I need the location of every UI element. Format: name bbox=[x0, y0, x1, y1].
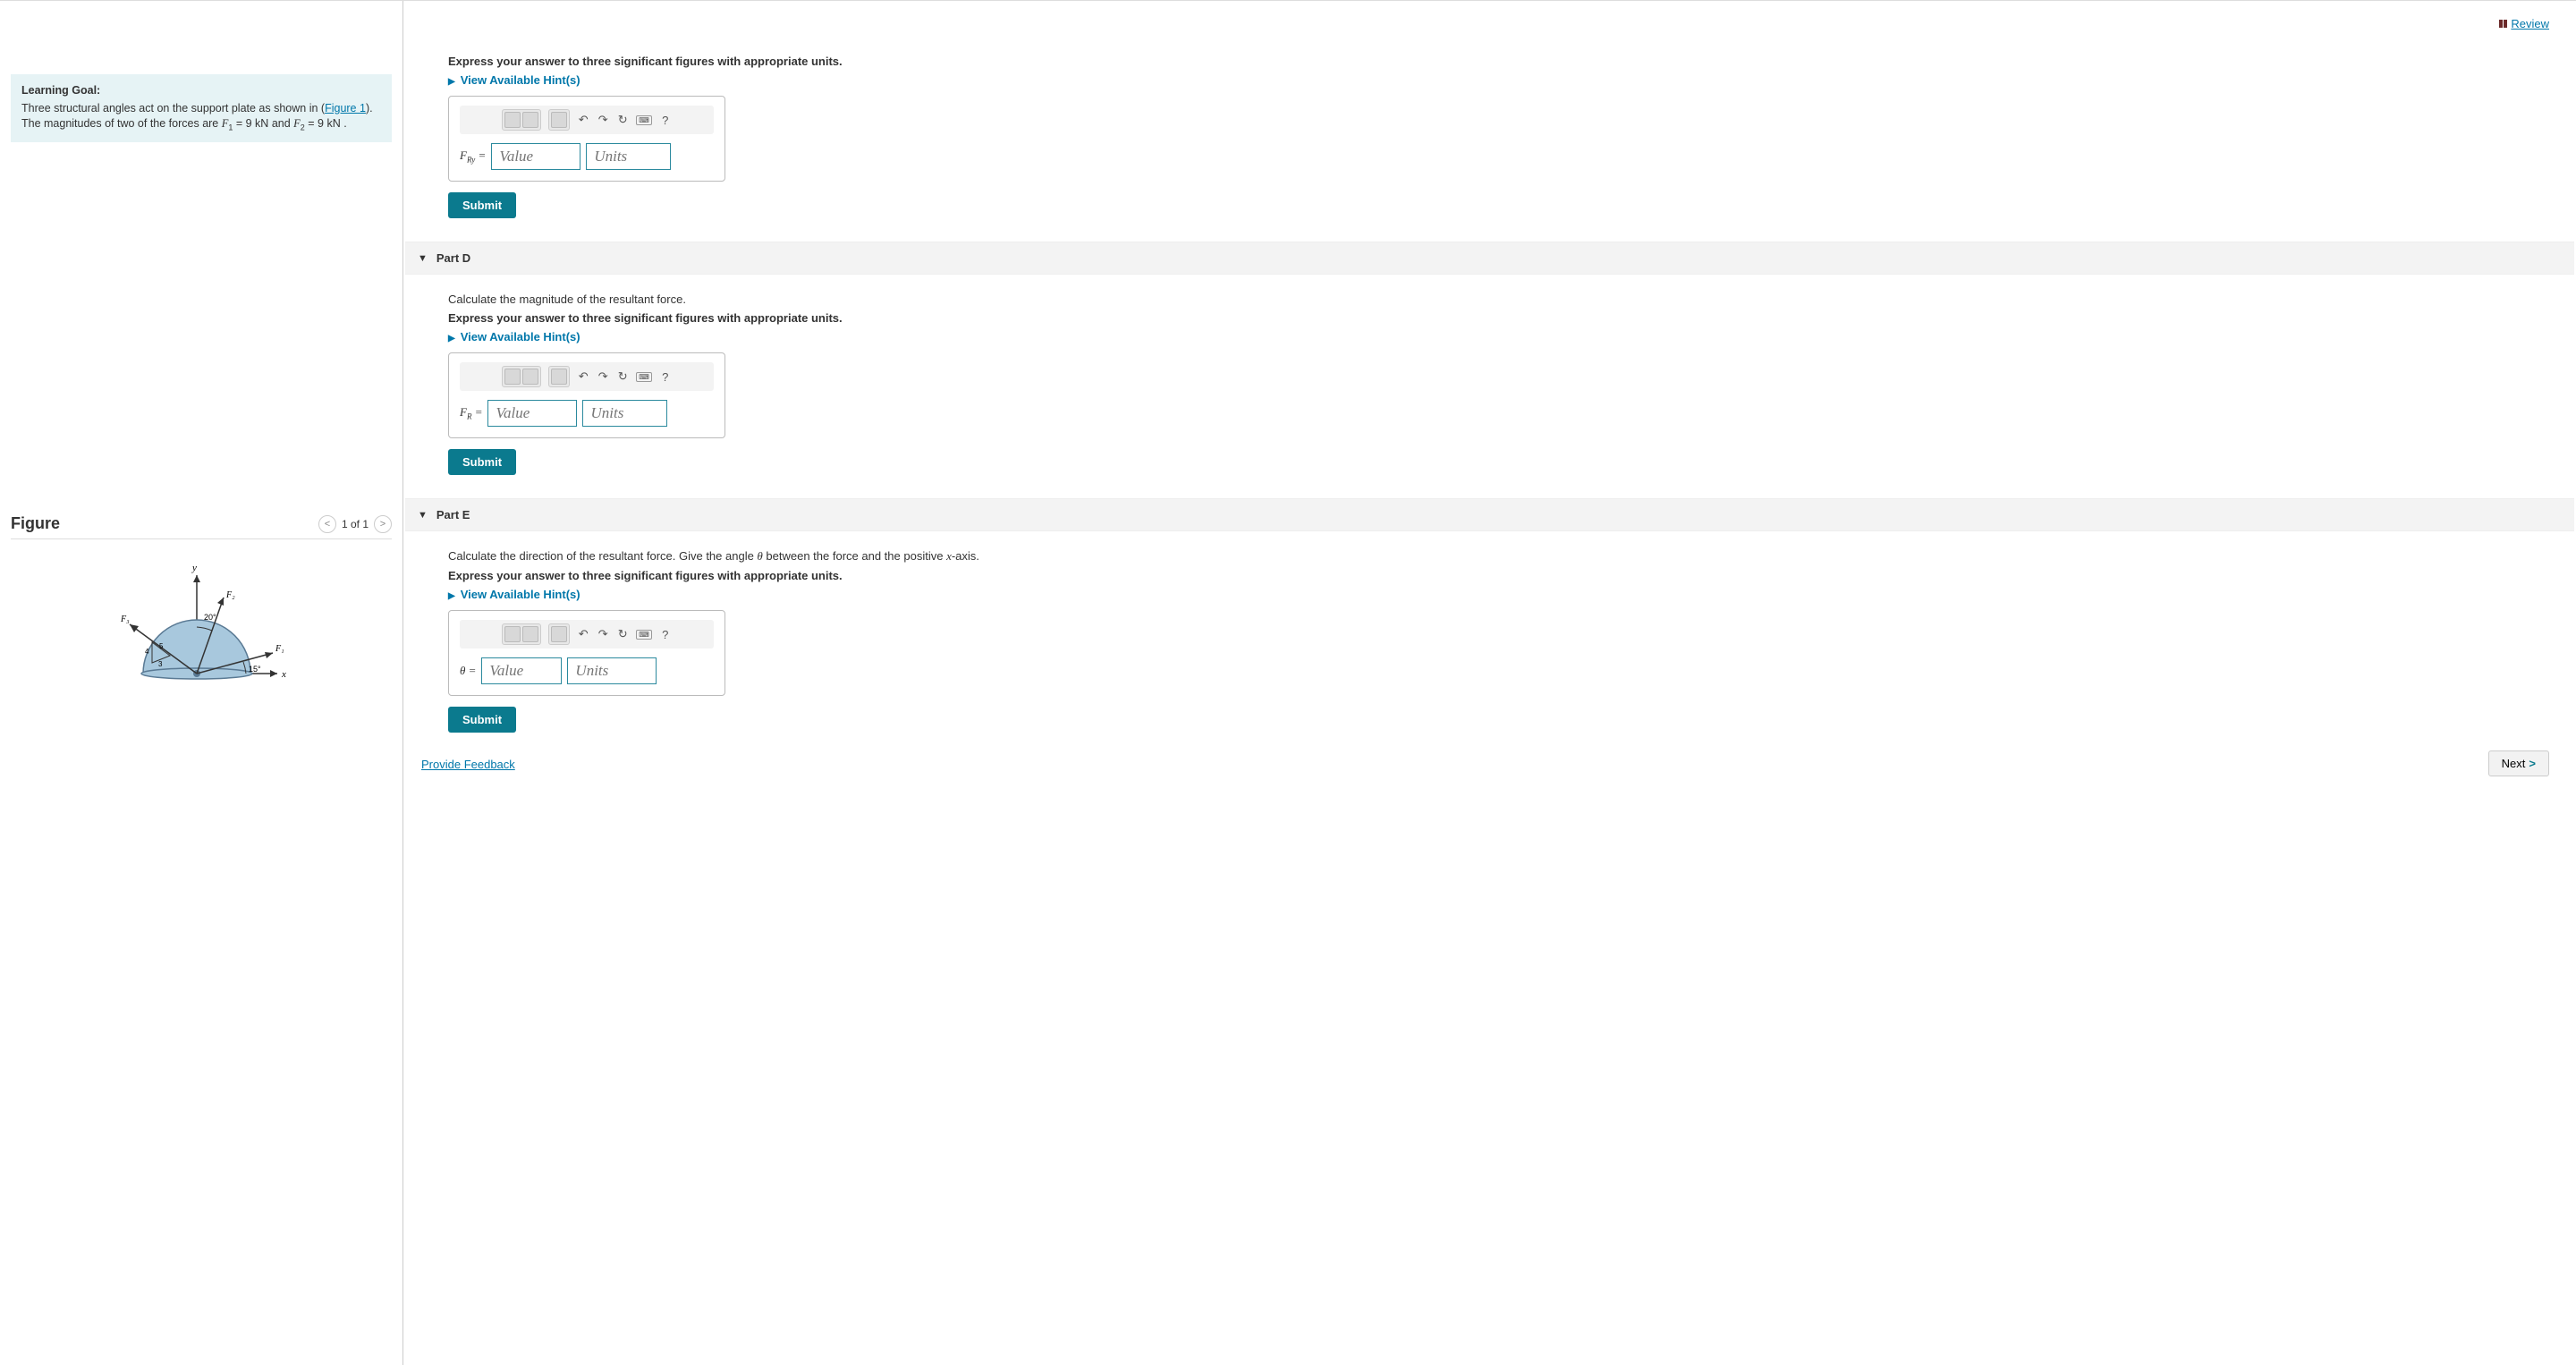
parte-submit-button[interactable]: Submit bbox=[448, 707, 516, 733]
parte-variable-label: θ = bbox=[460, 664, 476, 678]
keyboard-icon[interactable]: ⌨ bbox=[636, 630, 652, 640]
svg-text:x: x bbox=[281, 669, 286, 680]
figure-title: Figure bbox=[11, 514, 60, 533]
figure-prev-button[interactable]: < bbox=[318, 515, 336, 533]
figure-page-indicator: 1 of 1 bbox=[342, 518, 369, 530]
review-link[interactable]: Review bbox=[2499, 17, 2549, 30]
help-icon[interactable]: ? bbox=[659, 628, 672, 640]
fraction-icon[interactable] bbox=[548, 366, 570, 387]
reset-icon[interactable]: ↻ bbox=[616, 628, 629, 640]
partd-prompt: Calculate the magnitude of the resultant… bbox=[448, 292, 2549, 306]
figure-image: x y F₁ 15° F₂ 20° F₃ bbox=[11, 557, 392, 709]
partc-hints-toggle[interactable]: View Available Hint(s) bbox=[448, 73, 2549, 87]
template-icon[interactable] bbox=[502, 366, 541, 387]
undo-icon[interactable]: ↶ bbox=[577, 370, 589, 383]
redo-icon[interactable]: ↷ bbox=[597, 628, 609, 640]
svg-text:5: 5 bbox=[159, 642, 164, 650]
svg-text:4: 4 bbox=[145, 648, 149, 656]
redo-icon[interactable]: ↷ bbox=[597, 370, 609, 383]
chevron-right-icon: > bbox=[2529, 757, 2536, 770]
review-icon bbox=[2499, 20, 2507, 28]
parte-header[interactable]: ▼ Part E bbox=[405, 498, 2574, 531]
partc-toolbar: ↶ ↷ ↻ ⌨ ? bbox=[460, 106, 714, 134]
partc-value-input[interactable] bbox=[491, 143, 580, 170]
svg-text:F₁: F₁ bbox=[275, 644, 284, 654]
svg-text:F₂: F₂ bbox=[225, 590, 235, 600]
parte-value-input[interactable] bbox=[481, 657, 562, 684]
undo-icon[interactable]: ↶ bbox=[577, 114, 589, 126]
parte-units-input[interactable] bbox=[567, 657, 657, 684]
figure-header: Figure < 1 of 1 > bbox=[11, 509, 392, 539]
parte-answer-box: ↶ ↷ ↻ ⌨ ? θ = bbox=[448, 610, 725, 696]
partc-instruction: Express your answer to three significant… bbox=[448, 55, 2549, 68]
keyboard-icon[interactable]: ⌨ bbox=[636, 115, 652, 125]
parte-toolbar: ↶ ↷ ↻ ⌨ ? bbox=[460, 620, 714, 649]
parte-prompt: Calculate the direction of the resultant… bbox=[448, 549, 2549, 564]
undo-icon[interactable]: ↶ bbox=[577, 628, 589, 640]
svg-text:F₃: F₃ bbox=[120, 615, 130, 624]
partd-variable-label: FR = bbox=[460, 405, 482, 421]
partc-submit-button[interactable]: Submit bbox=[448, 192, 516, 218]
fraction-icon[interactable] bbox=[548, 109, 570, 131]
reset-icon[interactable]: ↻ bbox=[616, 370, 629, 383]
help-icon[interactable]: ? bbox=[659, 370, 672, 383]
caret-down-icon: ▼ bbox=[418, 510, 428, 521]
keyboard-icon[interactable]: ⌨ bbox=[636, 372, 652, 382]
parte-instruction: Express your answer to three significant… bbox=[448, 569, 2549, 582]
reset-icon[interactable]: ↻ bbox=[616, 114, 629, 126]
figure-link[interactable]: Figure 1 bbox=[325, 102, 366, 114]
fraction-icon[interactable] bbox=[548, 623, 570, 645]
partd-hints-toggle[interactable]: View Available Hint(s) bbox=[448, 330, 2549, 343]
svg-text:15°: 15° bbox=[249, 665, 261, 674]
caret-down-icon: ▼ bbox=[418, 253, 428, 264]
learning-goal-box: Learning Goal: Three structural angles a… bbox=[11, 74, 392, 142]
provide-feedback-link[interactable]: Provide Feedback bbox=[421, 758, 515, 771]
next-button[interactable]: Next> bbox=[2488, 750, 2549, 776]
partd-toolbar: ↶ ↷ ↻ ⌨ ? bbox=[460, 362, 714, 391]
learning-goal-text: Three structural angles act on the suppo… bbox=[21, 102, 373, 131]
partd-header[interactable]: ▼ Part D bbox=[405, 242, 2574, 275]
partd-answer-box: ↶ ↷ ↻ ⌨ ? FR = bbox=[448, 352, 725, 438]
help-icon[interactable]: ? bbox=[659, 114, 672, 126]
partd-units-input[interactable] bbox=[582, 400, 667, 427]
partd-instruction: Express your answer to three significant… bbox=[448, 311, 2549, 325]
template-icon[interactable] bbox=[502, 109, 541, 131]
figure-next-button[interactable]: > bbox=[374, 515, 392, 533]
learning-goal-heading: Learning Goal: bbox=[21, 83, 381, 99]
svg-text:20°: 20° bbox=[204, 613, 216, 622]
svg-text:y: y bbox=[191, 563, 197, 573]
partc-units-input[interactable] bbox=[586, 143, 671, 170]
redo-icon[interactable]: ↷ bbox=[597, 114, 609, 126]
partc-variable-label: FRy = bbox=[460, 148, 486, 165]
partd-submit-button[interactable]: Submit bbox=[448, 449, 516, 475]
parte-hints-toggle[interactable]: View Available Hint(s) bbox=[448, 588, 2549, 601]
partd-title: Part D bbox=[436, 251, 470, 265]
figure-pager: < 1 of 1 > bbox=[318, 515, 392, 533]
template-icon[interactable] bbox=[502, 623, 541, 645]
svg-text:3: 3 bbox=[158, 660, 163, 668]
parte-title: Part E bbox=[436, 508, 470, 521]
partd-value-input[interactable] bbox=[487, 400, 577, 427]
partc-answer-box: ↶ ↷ ↻ ⌨ ? FRy = bbox=[448, 96, 725, 182]
